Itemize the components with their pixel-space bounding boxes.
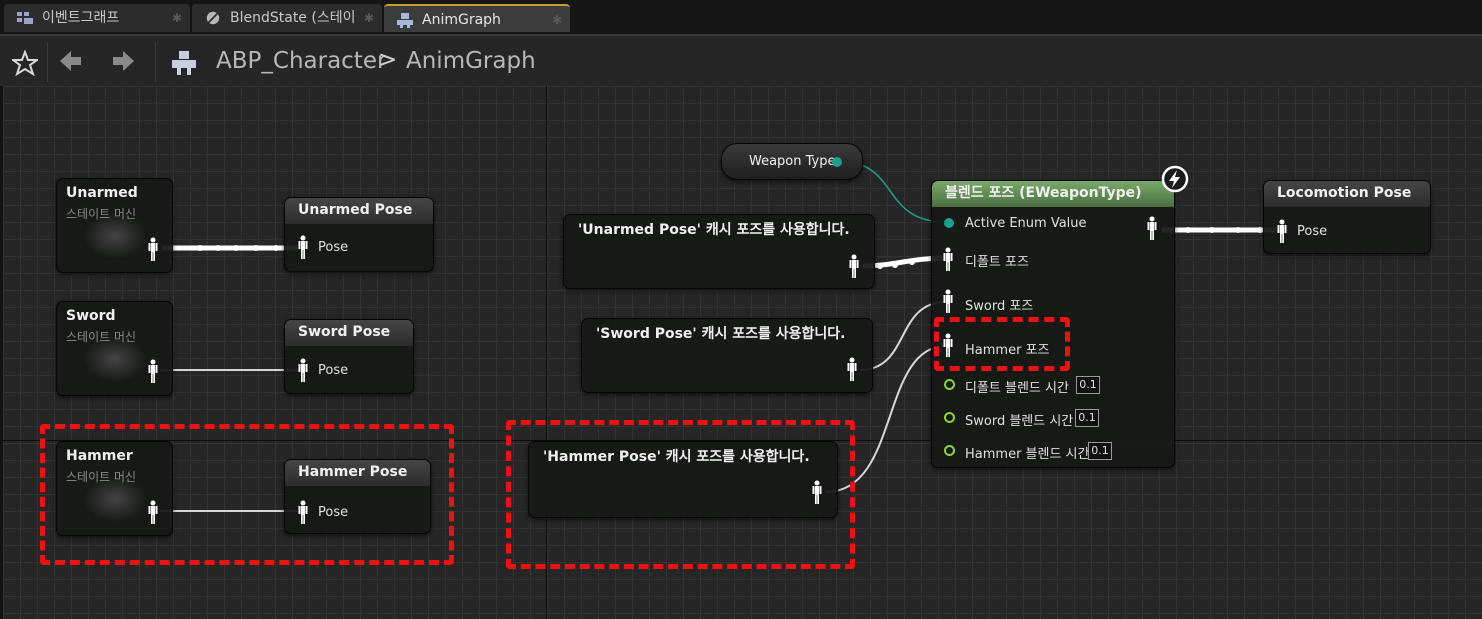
close-icon[interactable]: ✱ xyxy=(364,4,374,32)
blend-time-input[interactable]: 0.1 xyxy=(1075,409,1099,427)
pose-pin-icon[interactable] xyxy=(943,289,953,313)
state-machine-unarmed[interactable]: Unarmed 스테이트 머신 xyxy=(56,178,173,273)
blend-time-input[interactable]: 0.1 xyxy=(1088,442,1112,460)
grid-line xyxy=(546,86,547,619)
anim-graph-editor: 이벤트그래프 ✱ BlendState (스테이 ✱ AnimGraph ✱ A… xyxy=(0,0,1482,619)
node-title: 블렌드 포즈 (EWeaponType) xyxy=(932,181,1174,207)
pin-label: Sword 블렌드 시간 xyxy=(965,414,1074,429)
node-title: 'Unarmed Pose' 캐시 포즈를 사용합니다. xyxy=(578,222,850,238)
pin-label: Pose xyxy=(318,363,349,378)
back-arrow-icon[interactable] xyxy=(58,48,84,74)
pin-label: Pose xyxy=(318,240,349,255)
pose-pin-icon[interactable] xyxy=(943,333,953,357)
node-title: Sword Pose xyxy=(285,320,413,346)
lightning-icon xyxy=(1161,165,1189,193)
star-icon[interactable] xyxy=(12,50,38,76)
breadcrumb-separator: > xyxy=(378,47,398,73)
pose-pin-icon[interactable] xyxy=(148,500,158,524)
save-cached-pose-sword[interactable]: Sword Pose Pose xyxy=(284,319,414,394)
tab-bar: 이벤트그래프 ✱ BlendState (스테이 ✱ AnimGraph ✱ xyxy=(0,0,1482,34)
node-title: 'Hammer Pose' 캐시 포즈를 사용합니다. xyxy=(543,449,810,465)
node-subtitle: 스테이트 머신 xyxy=(66,470,137,484)
pose-pin-icon[interactable] xyxy=(849,254,859,278)
use-cached-pose-hammer[interactable]: 'Hammer Pose' 캐시 포즈를 사용합니다. xyxy=(528,441,838,518)
float-pin[interactable] xyxy=(944,412,955,423)
node-title: Unarmed xyxy=(66,185,138,201)
use-cached-pose-unarmed[interactable]: 'Unarmed Pose' 캐시 포즈를 사용합니다. xyxy=(563,214,875,289)
save-cached-pose-hammer[interactable]: Hammer Pose Pose xyxy=(284,459,431,534)
divider xyxy=(155,42,156,82)
blend-poses-by-enum-node[interactable]: 블렌드 포즈 (EWeaponType) Active Enum Value 디… xyxy=(931,165,1189,468)
blend-time-input[interactable]: 0.1 xyxy=(1076,376,1100,394)
pose-pin-icon[interactable] xyxy=(847,357,857,381)
anim-graph-icon xyxy=(397,13,413,28)
enum-output-pin[interactable] xyxy=(832,157,842,167)
divider xyxy=(47,42,48,82)
state-machine-hammer[interactable]: Hammer 스테이트 머신 xyxy=(56,441,173,536)
pin-label: Pose xyxy=(1297,224,1328,239)
enum-input-pin[interactable] xyxy=(944,218,954,228)
tab-blend-state[interactable]: BlendState (스테이 ✱ xyxy=(192,4,382,32)
pose-pin-icon[interactable] xyxy=(148,359,158,383)
node-subtitle: 스테이트 머신 xyxy=(66,207,137,221)
tab-label: BlendState (스테이 xyxy=(230,10,356,26)
pose-pin-icon[interactable] xyxy=(298,358,308,382)
pose-output-pin-icon[interactable] xyxy=(1147,216,1157,240)
node-title: Hammer xyxy=(66,448,133,464)
pin-label: Hammer 블렌드 시간 xyxy=(965,447,1090,462)
close-icon[interactable]: ✱ xyxy=(552,6,562,32)
pose-pin-icon[interactable] xyxy=(148,237,158,261)
node-title: Unarmed Pose xyxy=(285,198,433,224)
use-cached-pose-sword[interactable]: 'Sword Pose' 캐시 포즈를 사용합니다. xyxy=(581,318,873,393)
pin-label: Active Enum Value xyxy=(965,216,1087,231)
pose-pin-icon[interactable] xyxy=(1277,219,1287,243)
float-pin[interactable] xyxy=(944,445,955,456)
event-graph-icon xyxy=(17,12,33,24)
tab-label: 이벤트그래프 xyxy=(42,10,120,26)
forward-arrow-icon[interactable] xyxy=(110,48,136,74)
node-subtitle: 스테이트 머신 xyxy=(66,330,137,344)
breadcrumb-root[interactable]: ABP_Character xyxy=(216,48,386,74)
pin-label: 디폴트 블렌드 시간 xyxy=(965,381,1069,396)
breadcrumb-current[interactable]: AnimGraph xyxy=(406,48,536,74)
pose-pin-icon[interactable] xyxy=(943,247,953,271)
variable-label: Weapon Type xyxy=(749,154,836,169)
pin-label: 디폴트 포즈 xyxy=(965,255,1029,270)
node-title: Sword xyxy=(66,308,116,324)
anim-blueprint-icon xyxy=(172,51,196,75)
pose-pin-icon[interactable] xyxy=(298,235,308,259)
pin-label: Pose xyxy=(318,505,349,520)
tab-label: AnimGraph xyxy=(422,12,501,28)
node-title: 'Sword Pose' 캐시 포즈를 사용합니다. xyxy=(596,326,846,342)
tab-event-graph[interactable]: 이벤트그래프 ✱ xyxy=(4,4,190,32)
pin-label: Hammer 포즈 xyxy=(965,343,1050,358)
pose-pin-icon[interactable] xyxy=(298,500,308,524)
close-icon[interactable]: ✱ xyxy=(172,4,182,32)
pin-label: Sword 포즈 xyxy=(965,299,1034,314)
state-machine-sword[interactable]: Sword 스테이트 머신 xyxy=(56,301,173,396)
float-pin[interactable] xyxy=(944,379,955,390)
node-title: Hammer Pose xyxy=(285,460,430,486)
node-title: Locomotion Pose xyxy=(1264,181,1430,207)
pose-pin-icon[interactable] xyxy=(812,480,822,504)
save-cached-pose-unarmed[interactable]: Unarmed Pose Pose xyxy=(284,197,434,272)
locomotion-pose-node[interactable]: Locomotion Pose Pose xyxy=(1263,180,1431,254)
graph-toolbar: ABP_Character > AnimGraph xyxy=(0,34,1482,86)
tab-anim-graph[interactable]: AnimGraph ✱ xyxy=(384,4,570,32)
weapon-type-variable[interactable]: Weapon Type xyxy=(721,143,863,180)
blend-state-icon xyxy=(206,11,220,25)
